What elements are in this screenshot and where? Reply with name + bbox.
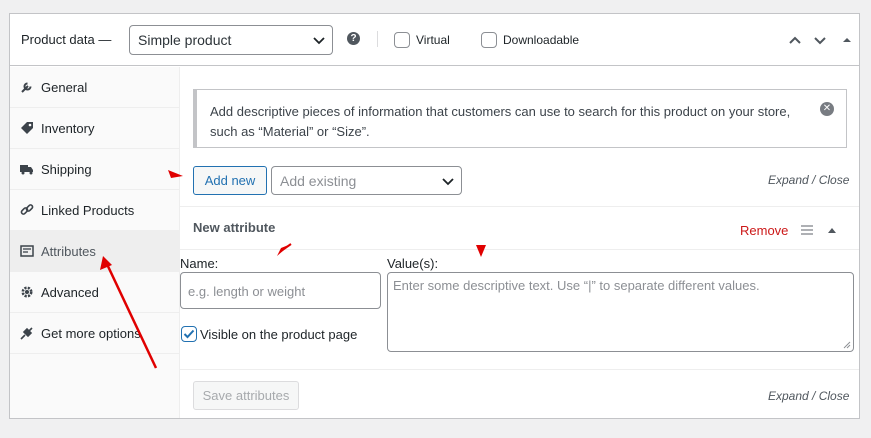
- tab-label: Shipping: [41, 162, 92, 177]
- chevron-down-icon: [313, 37, 325, 45]
- divider: [180, 206, 859, 207]
- name-label: Name:: [180, 256, 219, 271]
- collapse-panel-icon[interactable]: [839, 32, 855, 48]
- attribute-name-input[interactable]: e.g. length or weight: [180, 272, 381, 309]
- tab-linked-products[interactable]: Linked Products: [10, 190, 180, 231]
- panel-title: Product data —: [21, 32, 112, 47]
- panel-header: Product data — Simple product ? Virtual …: [10, 14, 859, 66]
- collapse-attribute-icon[interactable]: [826, 225, 838, 235]
- add-existing-select[interactable]: Add existing: [271, 166, 462, 195]
- tab-advanced[interactable]: Advanced: [10, 272, 180, 313]
- list-icon: [20, 245, 34, 257]
- product-data-panel: Product data — Simple product ? Virtual …: [9, 13, 860, 419]
- resize-grip-icon[interactable]: [843, 341, 851, 349]
- visible-label[interactable]: Visible on the product page: [200, 327, 357, 342]
- attributes-notice: Add descriptive pieces of information th…: [193, 89, 847, 148]
- tab-label: Advanced: [41, 285, 99, 300]
- wrench-icon: [21, 82, 32, 93]
- header-divider: [377, 31, 378, 47]
- name-placeholder: e.g. length or weight: [188, 284, 306, 299]
- tab-label: Inventory: [41, 121, 95, 136]
- link-icon: [20, 204, 34, 215]
- product-data-tabs: General Inventory Shipping Linked Produc…: [10, 67, 180, 418]
- tab-label: Get more options: [41, 326, 141, 341]
- add-new-attribute-button[interactable]: Add new: [193, 166, 267, 195]
- product-type-value: Simple product: [138, 32, 232, 48]
- attribute-values-textarea[interactable]: Enter some descriptive text. Use “|” to …: [387, 272, 854, 352]
- help-icon[interactable]: ?: [347, 32, 360, 45]
- tab-attributes[interactable]: Attributes: [10, 231, 180, 272]
- tab-shipping[interactable]: Shipping: [10, 149, 180, 190]
- virtual-label[interactable]: Virtual: [416, 33, 450, 47]
- gear-icon: [21, 286, 33, 298]
- divider: [180, 369, 859, 370]
- remove-attribute-link[interactable]: Remove: [740, 223, 788, 238]
- tab-label: Linked Products: [41, 203, 135, 218]
- move-up-icon[interactable]: [787, 32, 803, 48]
- tab-get-more-options[interactable]: Get more options: [10, 313, 180, 354]
- drag-handle-icon[interactable]: [800, 224, 814, 236]
- downloadable-label[interactable]: Downloadable: [503, 33, 579, 47]
- values-label: Value(s):: [387, 256, 439, 271]
- save-attributes-button[interactable]: Save attributes: [193, 381, 299, 410]
- chevron-down-icon: [442, 177, 454, 185]
- checkmark-icon: [183, 329, 195, 339]
- divider: [180, 249, 859, 250]
- attribute-title[interactable]: New attribute: [193, 220, 275, 235]
- tab-inventory[interactable]: Inventory: [10, 108, 180, 149]
- move-down-icon[interactable]: [812, 32, 828, 48]
- expand-close-link[interactable]: Expand / Close: [768, 173, 849, 187]
- notice-text: Add descriptive pieces of information th…: [210, 104, 791, 139]
- virtual-checkbox[interactable]: [394, 32, 410, 48]
- tab-label: General: [41, 80, 88, 95]
- expand-close-link[interactable]: Expand / Close: [768, 389, 849, 403]
- tag-icon: [21, 122, 33, 134]
- tab-label: Attributes: [41, 244, 96, 259]
- values-placeholder: Enter some descriptive text. Use “|” to …: [393, 278, 760, 293]
- close-icon[interactable]: ✕: [820, 102, 834, 116]
- tab-general[interactable]: General: [10, 67, 180, 108]
- add-existing-placeholder: Add existing: [280, 172, 357, 189]
- visible-on-product-page-checkbox[interactable]: [181, 326, 197, 342]
- downloadable-checkbox[interactable]: [481, 32, 497, 48]
- product-type-select[interactable]: Simple product: [129, 25, 333, 55]
- plugin-icon: [20, 327, 33, 340]
- truck-icon: [20, 165, 33, 175]
